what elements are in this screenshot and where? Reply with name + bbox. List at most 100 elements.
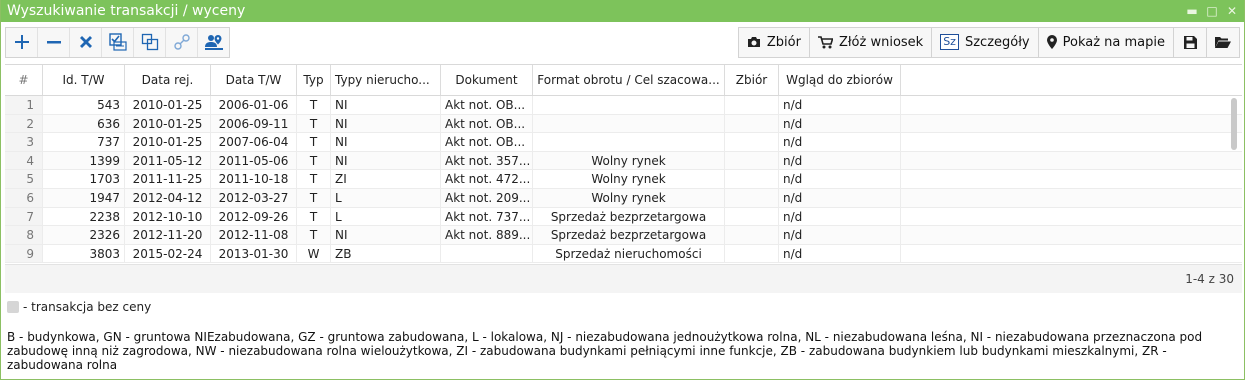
pager-info: 1-4 z 30 — [1185, 272, 1234, 286]
remove-button[interactable] — [38, 27, 70, 57]
cell-zbior — [725, 170, 779, 188]
cell-format: Sprzedaż nieruchomości — [533, 244, 725, 263]
table-row[interactable]: 1 543 2010-01-25 2006-01-06 T NI Akt not. OB..… — [5, 96, 1242, 115]
cell-dokument: Akt not. OB... — [441, 96, 533, 114]
show-on-map-label: Pokaż na mapie — [1062, 34, 1165, 50]
locate-person-button[interactable] — [198, 28, 229, 57]
vertical-scrollbar[interactable] — [1230, 98, 1238, 262]
cell-typ: T — [297, 133, 331, 151]
table-row[interactable]: 4 1399 2011-05-12 2011-05-06 T NI Akt not. 357… — [5, 151, 1242, 171]
close-icon — [79, 36, 92, 48]
select-all-button[interactable] — [102, 27, 134, 57]
details-badge-icon: Sz — [940, 34, 959, 50]
table-row[interactable]: 6 1947 2012-04-12 2012-03-27 T L Akt not. 209.… — [5, 188, 1242, 208]
table-row[interactable]: 9 3803 2015-02-24 2013-01-30 W ZB Sprzedaż nie… — [5, 244, 1242, 264]
cell-dokument: Akt not. OB... — [441, 114, 533, 133]
cell-id: 1947 — [43, 188, 125, 207]
cell-format — [533, 96, 725, 114]
col-zbior[interactable]: Zbiór — [725, 65, 779, 95]
cell-typ: T — [297, 96, 331, 114]
cell-dokument: Akt not. 209... — [441, 188, 533, 207]
copy-button[interactable] — [134, 27, 166, 57]
cell-id: 543 — [43, 96, 125, 114]
col-typy-nieruchomosci[interactable]: Typy nierucho... — [331, 65, 441, 95]
cell-wglad: n/d — [779, 96, 901, 114]
details-button[interactable]: Sz Szczegóły — [931, 27, 1037, 57]
camera-icon — [747, 37, 760, 47]
minus-icon — [46, 41, 61, 44]
cell-typy: NI — [331, 226, 441, 244]
plus-icon — [14, 35, 29, 49]
col-id[interactable]: Id. T/W — [43, 65, 125, 95]
details-label: Szczegóły — [964, 34, 1030, 50]
cell-wglad: n/d — [779, 188, 901, 207]
col-wglad[interactable]: Wgląd do zbiorów — [779, 65, 901, 95]
zbior-button[interactable]: Zbiór — [739, 28, 809, 57]
table-row[interactable]: 2 636 2010-01-25 2006-09-11 T NI Akt not. OB..… — [5, 114, 1242, 134]
cell-typ: T — [297, 114, 331, 133]
cell-zbior — [725, 188, 779, 207]
col-data-tw[interactable]: Data T/W — [211, 65, 297, 95]
cell-data-tw: 2012-11-08 — [211, 226, 297, 244]
cell-data-rej: 2010-01-25 — [125, 133, 211, 151]
cell-typy: ZI — [331, 170, 441, 188]
toolbar-right-group: Zbiór Złóż wniosek Sz Szczegóły Pokaż na… — [737, 26, 1240, 58]
no-price-swatch — [7, 301, 19, 313]
cell-typ: T — [297, 151, 331, 170]
grid-header: # Id. T/W Data rej. Data T/W Typ Typy ni… — [5, 65, 1242, 96]
cell-format — [533, 133, 725, 151]
cell-id: 1399 — [43, 151, 125, 170]
cell-typ: T — [297, 188, 331, 207]
cell-id: 737 — [43, 133, 125, 151]
col-row-number: # — [5, 65, 43, 95]
cell-data-rej: 2011-05-12 — [125, 151, 211, 170]
cell-format: Wolny rynek — [533, 170, 725, 188]
cell-dokument: Akt not. 889... — [441, 226, 533, 244]
link-button[interactable] — [166, 27, 198, 57]
col-data-rej[interactable]: Data rej. — [125, 65, 211, 95]
property-types-legend: B - budynkowa, GN - gruntowa NIEzabudowa… — [7, 330, 1203, 372]
cell-id: 1703 — [43, 170, 125, 188]
toolbar: Zbiór Złóż wniosek Sz Szczegóły Pokaż na… — [1, 22, 1244, 62]
table-row[interactable]: 3 737 2010-01-25 2007-06-04 T NI Akt not. OB..… — [5, 133, 1242, 152]
cell-data-tw: 2013-01-30 — [211, 244, 297, 263]
submit-request-button[interactable]: Złóż wniosek — [808, 27, 931, 57]
col-typ[interactable]: Typ — [297, 65, 331, 95]
clear-button[interactable] — [70, 27, 102, 57]
scrollbar-thumb[interactable] — [1231, 98, 1237, 150]
col-dokument[interactable]: Dokument — [441, 65, 533, 95]
cell-dokument: Akt not. OB... — [441, 133, 533, 151]
cell-typy: NI — [331, 133, 441, 151]
table-row[interactable]: 8 2326 2012-11-20 2012-11-08 T NI Akt not. 889… — [5, 226, 1242, 245]
cell-data-rej: 2015-02-24 — [125, 244, 211, 263]
row-number: 5 — [5, 170, 43, 188]
copy-icon — [141, 33, 158, 51]
cell-format: Sprzedaż bezprzetargowa — [533, 207, 725, 226]
cell-dokument: Akt not. 357... — [441, 151, 533, 170]
cart-icon — [817, 35, 833, 48]
maximize-icon[interactable]: □ — [1206, 4, 1218, 18]
save-button[interactable] — [1173, 27, 1206, 57]
cell-typy: L — [331, 188, 441, 207]
table-row[interactable]: 5 1703 2011-11-25 2011-10-18 T ZI Akt not. 472… — [5, 170, 1242, 189]
cell-data-rej: 2012-11-20 — [125, 226, 211, 244]
cell-wglad: n/d — [779, 133, 901, 151]
minimize-icon[interactable]: ▬ — [1186, 4, 1198, 18]
cell-wglad: n/d — [779, 170, 901, 188]
cell-zbior — [725, 96, 779, 114]
cell-data-rej: 2010-01-25 — [125, 114, 211, 133]
add-button[interactable] — [6, 27, 38, 57]
col-format-obrotu[interactable]: Format obrotu / Cel szacowa... — [533, 65, 725, 95]
cell-zbior — [725, 133, 779, 151]
open-button[interactable] — [1206, 27, 1239, 57]
cell-data-tw: 2011-10-18 — [211, 170, 297, 188]
cell-data-rej: 2011-11-25 — [125, 170, 211, 188]
row-number: 2 — [5, 114, 43, 133]
cell-wglad: n/d — [779, 226, 901, 244]
close-window-icon[interactable]: ✕ — [1226, 4, 1238, 18]
table-row[interactable]: 7 2238 2012-10-10 2012-09-26 T L Akt not. 737.… — [5, 207, 1242, 227]
show-on-map-button[interactable]: Pokaż na mapie — [1037, 27, 1173, 57]
cell-format: Wolny rynek — [533, 151, 725, 170]
cell-dokument: Akt not. 472... — [441, 170, 533, 188]
cell-zbior — [725, 151, 779, 170]
